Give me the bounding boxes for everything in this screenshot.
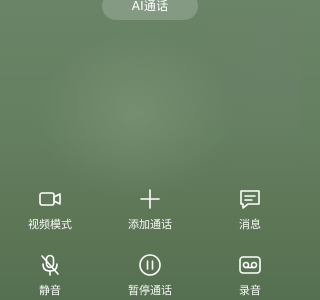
microphone-muted-icon — [41, 254, 59, 276]
ai-call-label: AI通话 — [131, 0, 169, 13]
ai-call-pill[interactable]: AI通话 — [102, 0, 198, 20]
add-call-button[interactable]: 添加通话 — [100, 186, 200, 232]
mute-button[interactable]: 静音 — [0, 252, 100, 298]
mute-label: 静音 — [39, 284, 61, 297]
plus-icon — [140, 189, 160, 209]
record-button[interactable]: 录音 — [200, 252, 300, 298]
voicemail-record-icon — [239, 256, 261, 274]
pause-call-label: 暂停通话 — [128, 284, 172, 297]
message-icon — [240, 190, 260, 209]
video-camera-icon — [39, 192, 61, 206]
message-label: 消息 — [239, 218, 261, 231]
message-button[interactable]: 消息 — [200, 186, 300, 232]
pause-call-button[interactable]: 暂停通话 — [100, 252, 200, 298]
record-label: 录音 — [239, 284, 261, 297]
add-call-label: 添加通话 — [128, 218, 172, 231]
pause-icon — [139, 254, 161, 276]
video-mode-button[interactable]: 视频模式 — [0, 186, 100, 232]
call-controls: 视频模式 添加通话 消息 静音 暂停通话 录音 — [0, 186, 300, 298]
video-mode-label: 视频模式 — [28, 218, 72, 231]
